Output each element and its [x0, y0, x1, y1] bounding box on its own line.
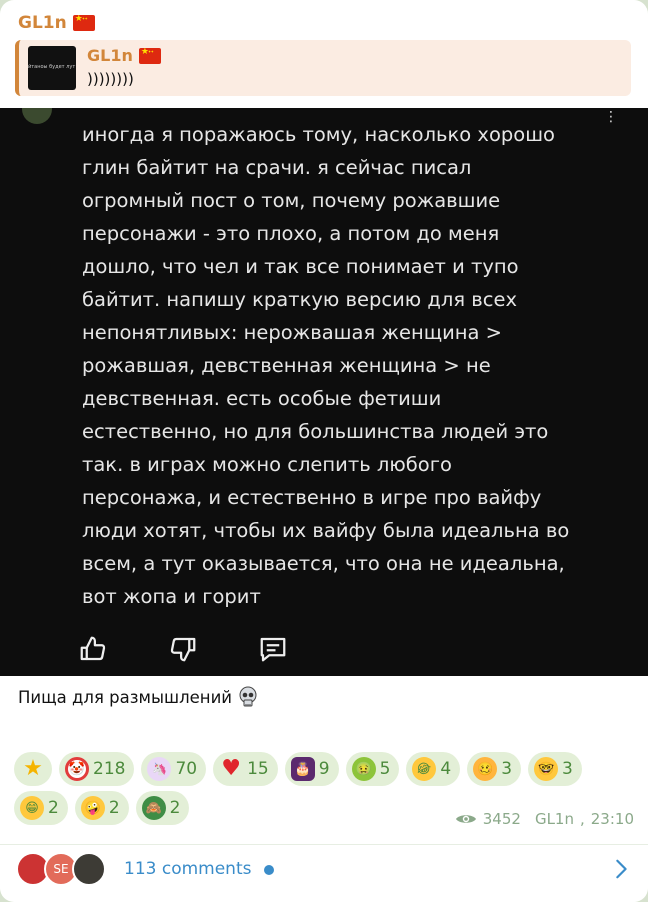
reaction-chip[interactable]: 🤢 5 [345, 752, 400, 786]
author-signature: GL1n [534, 810, 574, 828]
rofl-icon: 😂 [408, 753, 441, 785]
reaction-count: 2 [48, 798, 59, 818]
star-icon: ★ [23, 756, 43, 781]
woozy-icon: 🥴 [473, 757, 498, 781]
reply-preview[interactable]: йтаноы будет лут GL1n )))))))) [15, 40, 631, 96]
caption-text: Пища для размышлений [18, 687, 233, 707]
reaction-chip[interactable]: ★ [14, 752, 52, 786]
reaction-chip[interactable]: ♥ 15 [213, 752, 278, 786]
reaction-count: 2 [108, 798, 120, 818]
sender-name[interactable]: GL1n [18, 13, 95, 33]
skull-icon [239, 686, 257, 707]
screenshot-actions [78, 634, 288, 664]
nauseated-icon: 🤢 [351, 757, 376, 781]
views-count: 3452 [482, 810, 521, 828]
reaction-count: 2 [169, 798, 181, 818]
zany-icon: 🤪 [80, 796, 105, 820]
nerd-icon: 🤓 [534, 757, 559, 781]
reaction-chip[interactable]: 🙈 2 [135, 791, 190, 825]
reaction-count: 4 [440, 759, 452, 779]
message-bubble: GL1n йтаноы будет лут GL1n )))))))) ⋮ ин… [0, 0, 648, 902]
reaction-count: 5 [379, 759, 391, 779]
china-flag-icon [138, 47, 161, 64]
chevron-right-icon [616, 859, 627, 879]
message-meta: 3452 GL1n, 23:10 [455, 810, 634, 828]
clown-icon: 🤡 [65, 757, 89, 781]
grin-icon: 😁 [20, 796, 44, 820]
reaction-count: 70 [175, 759, 198, 779]
reaction-chip[interactable]: 🤡 218 [59, 752, 135, 786]
heart-icon: ♥ [221, 756, 241, 781]
reaction-chip[interactable]: 🤓 3 [528, 752, 582, 786]
reaction-count: 9 [318, 759, 330, 779]
message-time: 23:10 [590, 810, 634, 828]
avatar [22, 108, 52, 124]
reply-author-text: GL1n [87, 46, 133, 65]
reaction-count: 3 [501, 759, 513, 779]
unicorn-icon: 🦄 [147, 757, 172, 781]
reaction-chip[interactable]: 😂 4 [406, 752, 461, 786]
comments-label: 113 comments [124, 859, 252, 879]
sender-name-text: GL1n [18, 13, 67, 33]
reply-author: GL1n [87, 46, 161, 65]
reply-comment-icon [260, 637, 286, 662]
message-caption: Пища для размышлений [18, 686, 258, 708]
comments-button[interactable]: SE 113 comments [0, 846, 648, 902]
views-eye-icon [455, 815, 476, 823]
meta-separator: , [579, 810, 585, 828]
reaction-chip[interactable]: 🦄 70 [141, 752, 207, 786]
avatar [72, 852, 106, 886]
cake-icon: 🎂 [290, 757, 315, 781]
divider [0, 844, 648, 845]
reaction-chip[interactable]: 😁 2 [14, 791, 68, 825]
attached-screenshot[interactable]: ⋮ иногда я поражаюсь тому, насколько хор… [0, 108, 648, 676]
reaction-count: 15 [247, 759, 269, 779]
reaction-count: 3 [562, 759, 573, 779]
reaction-chip[interactable]: 🥴 3 [467, 752, 522, 786]
see-no-evil-icon: 🙈 [141, 796, 166, 820]
reply-thumbnail-text: йтаноы будет лут [28, 64, 76, 70]
reply-text: )))))))) [87, 70, 134, 88]
reply-thumbnail: йтаноы будет лут [28, 46, 76, 90]
thumbs-down-icon [170, 637, 196, 662]
unread-dot [264, 865, 274, 875]
china-flag-icon [72, 15, 95, 31]
screenshot-text: иногда я поражаюсь тому, насколько хорош… [82, 123, 570, 608]
thumbs-up-icon [80, 636, 106, 661]
reaction-chip[interactable]: 🎂 9 [284, 752, 339, 786]
reaction-count: 218 [93, 759, 126, 779]
reaction-chip[interactable]: 🤪 2 [74, 791, 129, 825]
